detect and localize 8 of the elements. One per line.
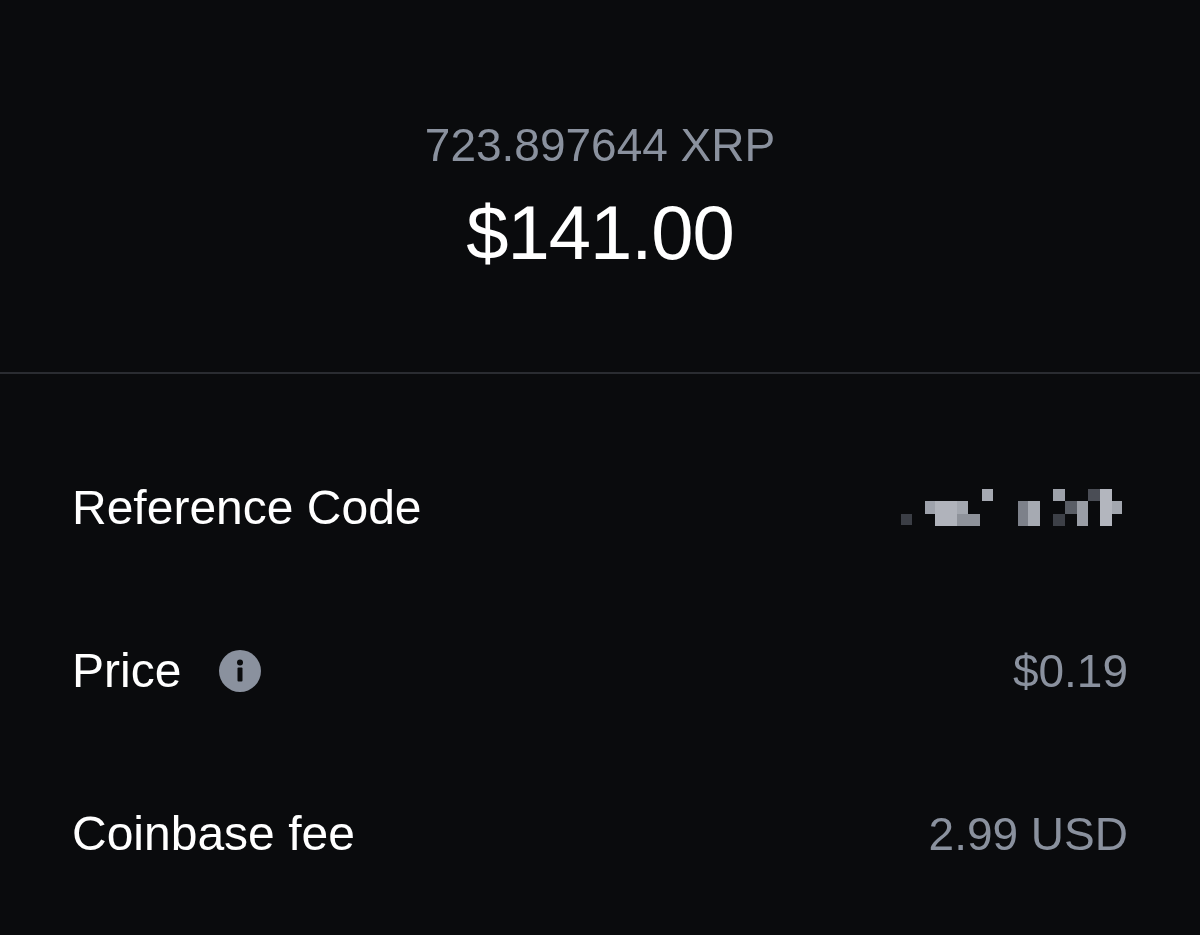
- detail-value: $0.19: [1012, 643, 1128, 699]
- info-icon[interactable]: [219, 649, 262, 692]
- detail-label: Reference Code: [72, 479, 422, 536]
- detail-label: Price: [72, 642, 182, 699]
- fiat-amount: $141.00: [466, 190, 734, 276]
- detail-label: Coinbase fee: [72, 805, 355, 862]
- detail-value: 2.99 USD: [928, 806, 1128, 862]
- crypto-amount: 723.897644 XRP: [424, 118, 776, 172]
